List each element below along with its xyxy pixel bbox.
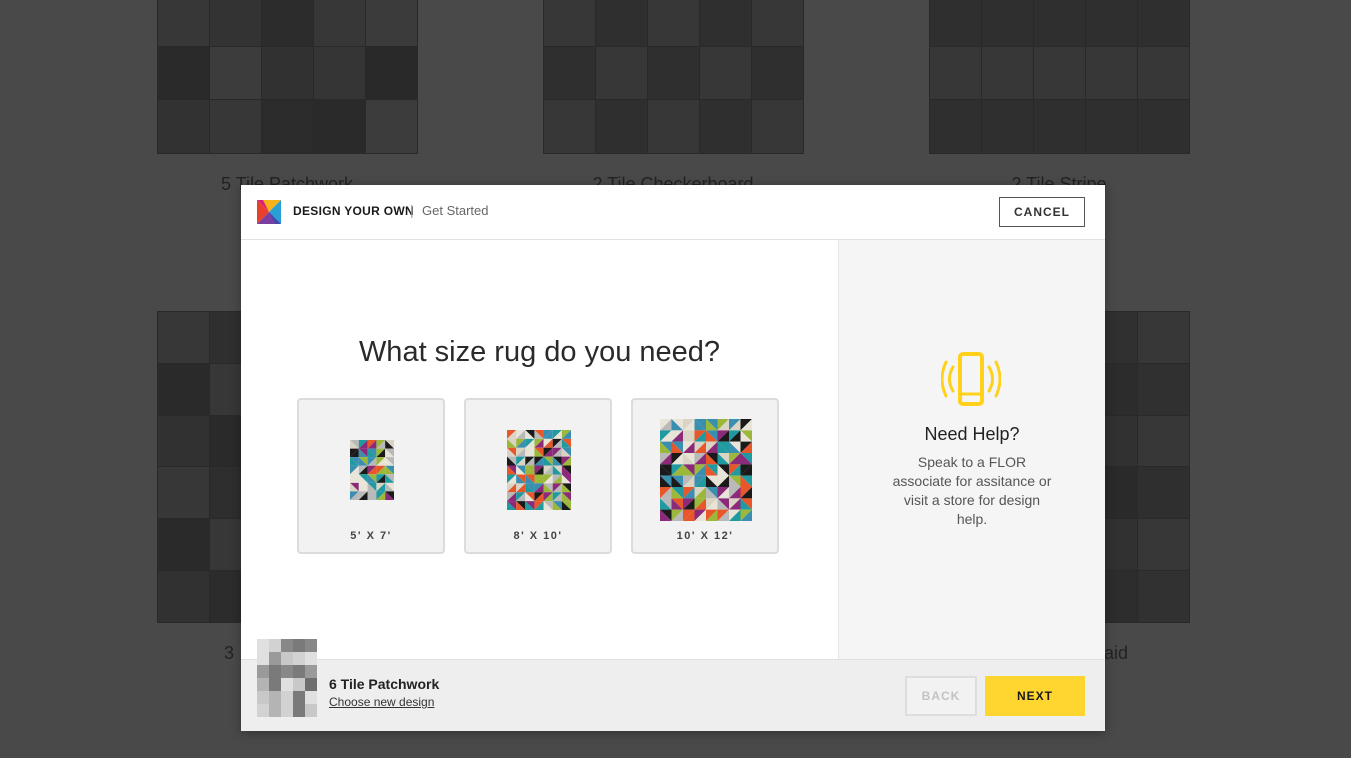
modal-footer: 6 Tile Patchwork Choose new design BACK … bbox=[241, 639, 1105, 731]
help-text: Speak to a FLOR associate for assitance … bbox=[892, 454, 1052, 527]
thumbnail-tile bbox=[293, 665, 305, 678]
choose-new-design-link[interactable]: Choose new design bbox=[329, 695, 434, 709]
size-label: 10' X 12' bbox=[676, 530, 734, 542]
rug-preview-small bbox=[350, 440, 394, 500]
thumbnail-tile bbox=[305, 652, 317, 665]
header-separator: | bbox=[410, 202, 414, 218]
thumbnail-tile bbox=[257, 704, 269, 717]
flor-logo-icon bbox=[257, 200, 281, 224]
thumbnail-tile bbox=[281, 691, 293, 704]
thumbnail-tile bbox=[281, 639, 293, 652]
step-title: Get Started bbox=[422, 203, 489, 218]
modal-header: DESIGN YOUR OWN | Get Started CANCEL bbox=[241, 185, 1105, 240]
thumbnail-tile bbox=[281, 665, 293, 678]
phone-ringing-icon bbox=[941, 352, 1001, 406]
back-button[interactable]: BACK bbox=[905, 676, 977, 716]
selected-design-name: 6 Tile Patchwork bbox=[329, 676, 440, 692]
thumbnail-tile bbox=[293, 691, 305, 704]
thumbnail-tile bbox=[257, 652, 269, 665]
thumbnail-tile bbox=[281, 678, 293, 691]
size-question: What size rug do you need? bbox=[358, 336, 721, 368]
next-button[interactable]: NEXT bbox=[985, 676, 1085, 716]
selected-design-thumbnail bbox=[257, 639, 317, 717]
thumbnail-tile bbox=[257, 678, 269, 691]
thumbnail-tile bbox=[269, 678, 281, 691]
thumbnail-tile bbox=[293, 652, 305, 665]
design-modal: DESIGN YOUR OWN | Get Started CANCEL Wha… bbox=[241, 185, 1105, 731]
thumbnail-tile bbox=[305, 704, 317, 717]
thumbnail-tile bbox=[293, 704, 305, 717]
size-option-10x12[interactable]: 10' X 12' bbox=[631, 398, 779, 554]
thumbnail-tile bbox=[269, 691, 281, 704]
rug-preview-large bbox=[660, 419, 752, 521]
thumbnail-tile bbox=[269, 652, 281, 665]
thumbnail-tile bbox=[269, 639, 281, 652]
size-option-8x10[interactable]: 8' X 10' bbox=[464, 398, 612, 554]
thumbnail-tile bbox=[257, 691, 269, 704]
thumbnail-tile bbox=[269, 665, 281, 678]
rug-preview-medium bbox=[507, 430, 571, 510]
help-title: Need Help? bbox=[924, 424, 1020, 444]
size-label: 5' X 7' bbox=[350, 530, 392, 542]
thumbnail-tile bbox=[269, 704, 281, 717]
thumbnail-tile bbox=[281, 704, 293, 717]
size-selection-area: What size rug do you need? 5' X 7' 8' X … bbox=[241, 240, 838, 659]
size-option-5x7[interactable]: 5' X 7' bbox=[297, 398, 445, 554]
thumbnail-tile bbox=[257, 665, 269, 678]
thumbnail-tile bbox=[293, 639, 305, 652]
thumbnail-tile bbox=[293, 678, 305, 691]
thumbnail-tile bbox=[305, 691, 317, 704]
thumbnail-tile bbox=[305, 678, 317, 691]
thumbnail-tile bbox=[257, 639, 269, 652]
modal-brand-title: DESIGN YOUR OWN bbox=[293, 204, 414, 218]
thumbnail-tile bbox=[281, 652, 293, 665]
cancel-button[interactable]: CANCEL bbox=[999, 197, 1085, 227]
thumbnail-tile bbox=[305, 639, 317, 652]
thumbnail-tile bbox=[305, 665, 317, 678]
help-panel: Need Help? Speak to a FLOR associate for… bbox=[838, 240, 1105, 659]
size-label: 8' X 10' bbox=[513, 530, 563, 542]
